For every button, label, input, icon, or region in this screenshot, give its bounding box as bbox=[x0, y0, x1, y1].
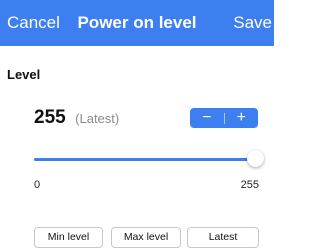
min-level-button[interactable]: Min level bbox=[34, 227, 103, 248]
save-button[interactable]: Save bbox=[233, 13, 272, 33]
power-on-level-screen: Cancel Power on level Save Level 255 (La… bbox=[0, 0, 274, 251]
max-level-button[interactable]: Max level bbox=[111, 227, 181, 248]
latest-button[interactable]: Latest bbox=[187, 227, 259, 248]
level-value-note: (Latest) bbox=[75, 111, 120, 126]
level-slider[interactable] bbox=[34, 150, 264, 170]
header-bar: Cancel Power on level Save bbox=[0, 0, 274, 46]
increment-button[interactable]: + bbox=[225, 108, 259, 128]
slider-thumb[interactable] bbox=[247, 150, 264, 167]
slider-fill bbox=[34, 158, 256, 161]
level-stepper: − + bbox=[190, 108, 258, 128]
slider-min-label: 0 bbox=[34, 179, 41, 191]
slider-max-label: 255 bbox=[240, 179, 259, 191]
decrement-button[interactable]: − bbox=[190, 108, 224, 128]
level-section-label: Level bbox=[7, 67, 41, 82]
level-value-row: 255 (Latest) bbox=[34, 107, 119, 129]
level-value: 255 bbox=[34, 107, 66, 128]
